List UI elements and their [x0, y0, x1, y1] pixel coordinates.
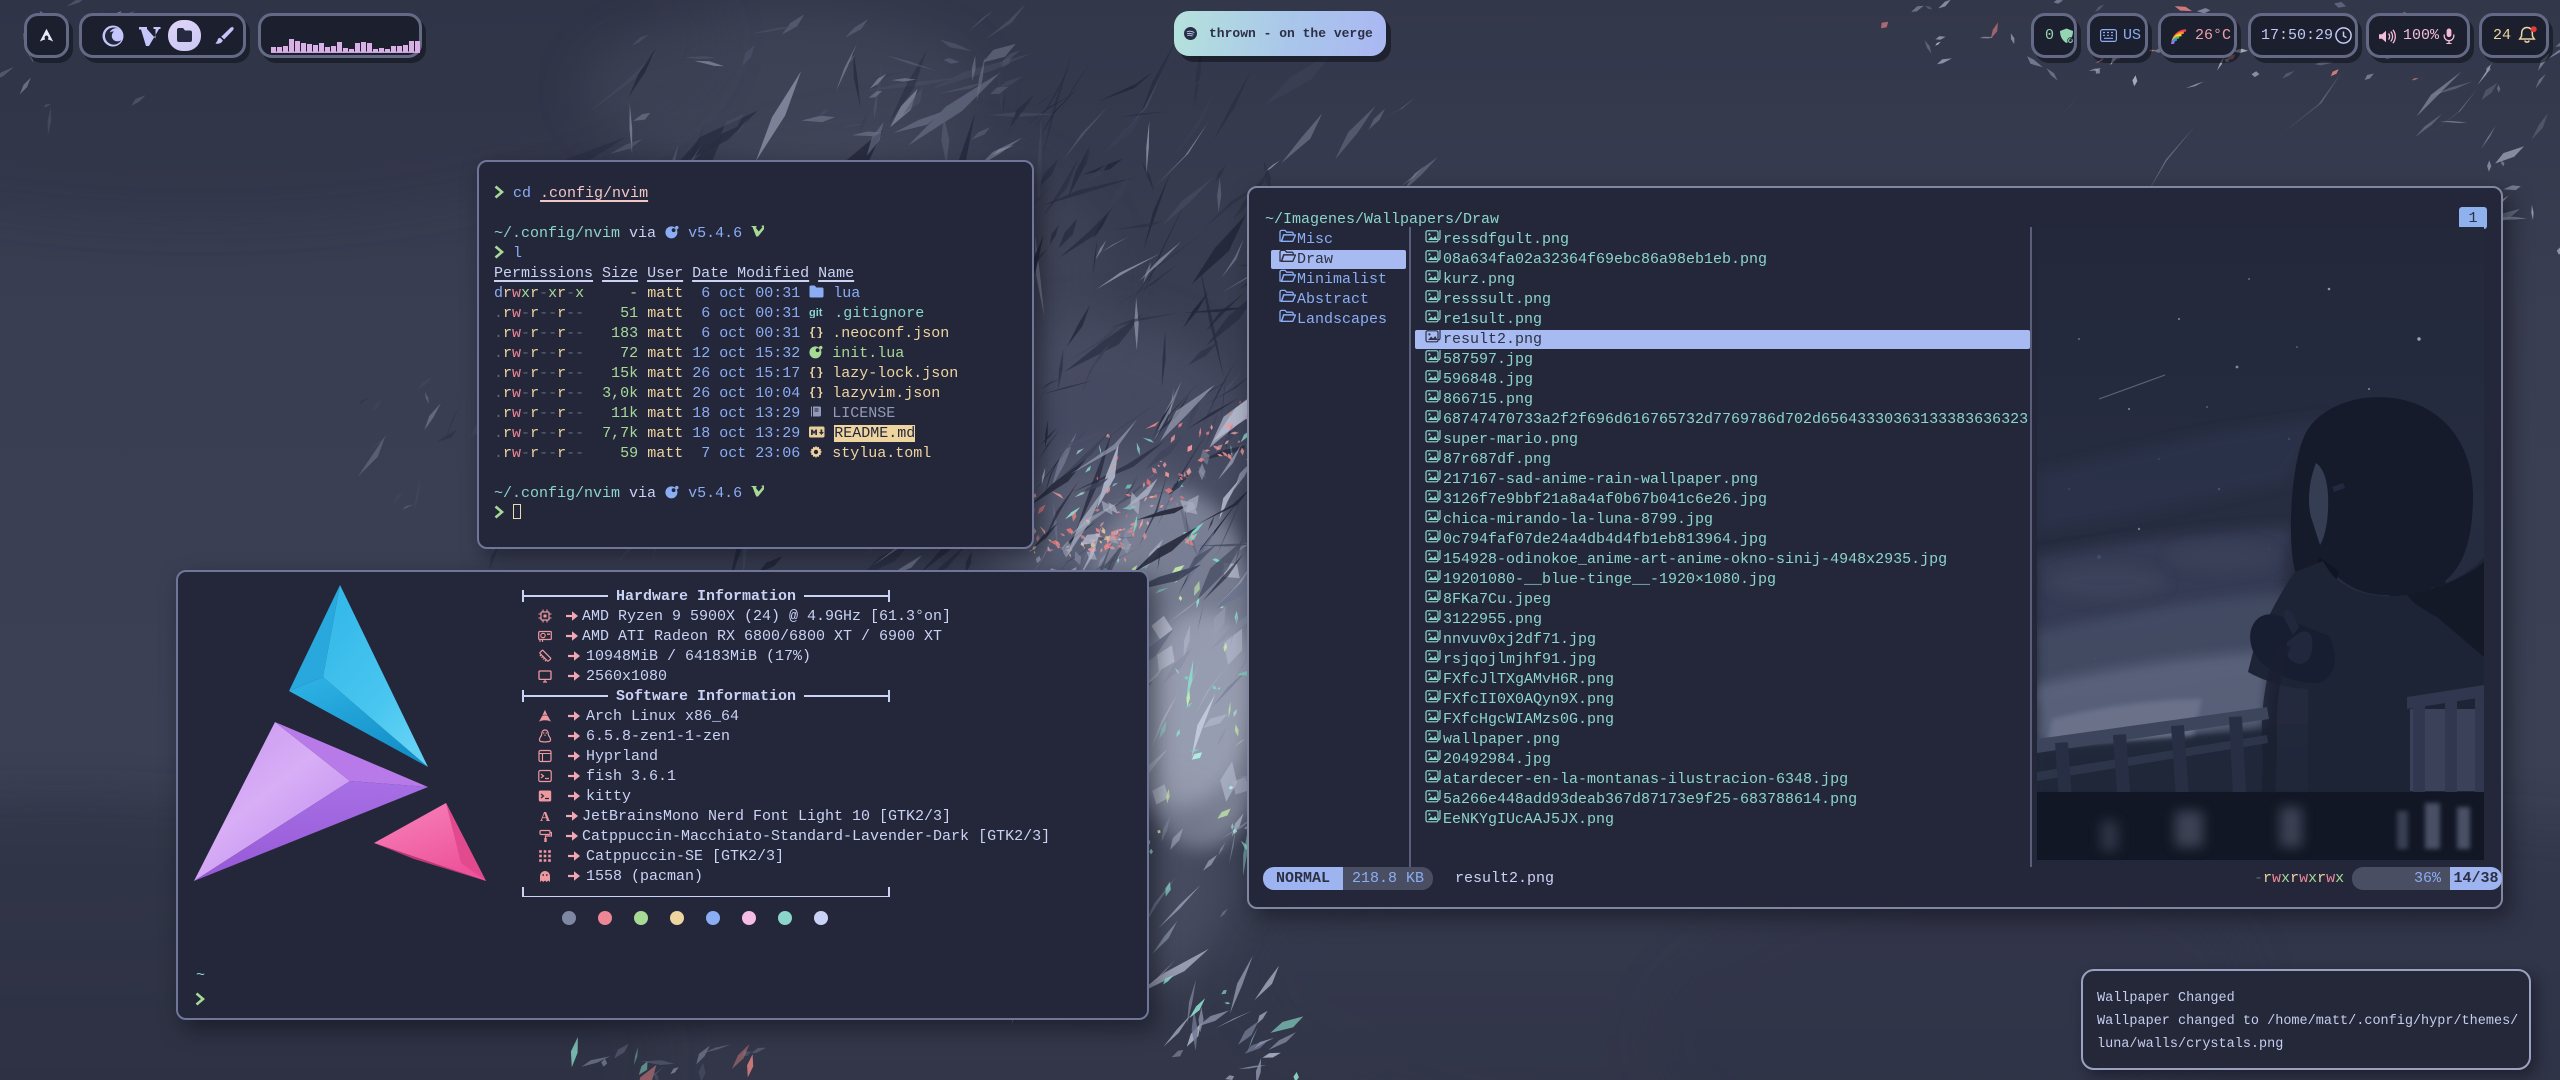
- svg-text:{}: {}: [809, 326, 823, 338]
- svg-text:{}: {}: [809, 366, 823, 378]
- svg-text:{}: {}: [809, 386, 823, 398]
- svg-text:git: git: [809, 307, 823, 318]
- svg-text:A: A: [540, 810, 551, 823]
